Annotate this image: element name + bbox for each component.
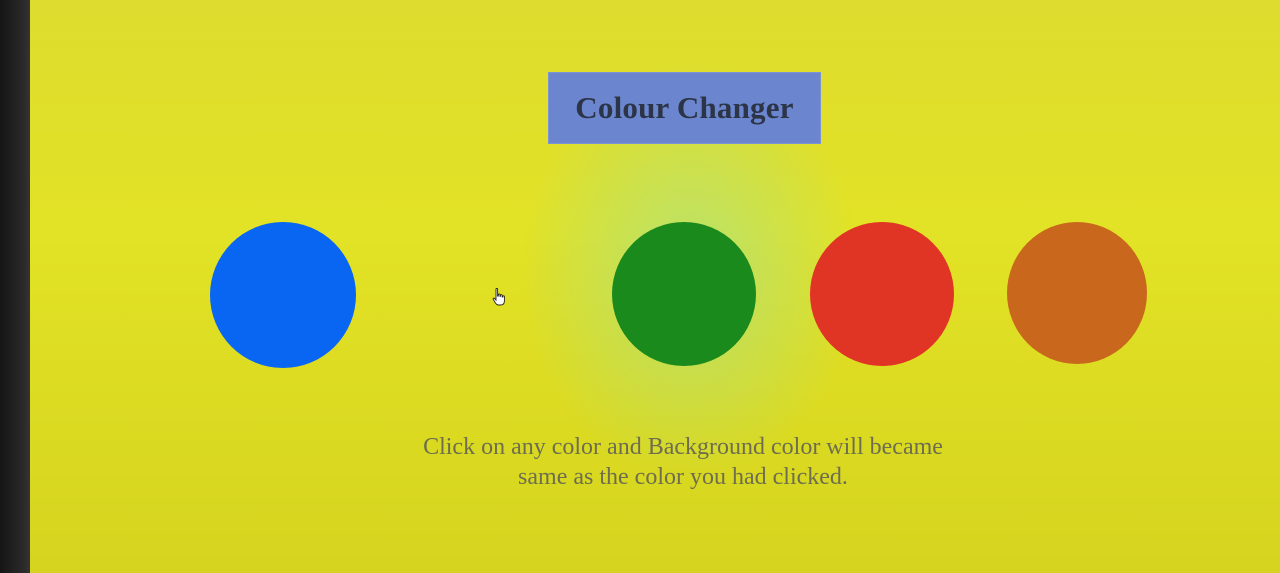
blue-color-circle[interactable] — [210, 222, 356, 368]
orange-color-circle[interactable] — [1007, 222, 1147, 364]
title-box: Colour Changer — [548, 72, 821, 144]
red-color-circle[interactable] — [810, 222, 954, 366]
page-background: Colour Changer Click on any color and Ba… — [30, 0, 1280, 573]
instructions-text: Click on any color and Background color … — [360, 432, 1006, 492]
instructions-line-1: Click on any color and Background color … — [423, 434, 943, 460]
green-color-circle[interactable] — [612, 222, 756, 366]
screen-bezel — [0, 0, 34, 573]
hand-pointer-icon — [492, 288, 505, 306]
page-title: Colour Changer — [575, 90, 794, 125]
instructions-line-2: same as the color you had clicked. — [518, 464, 848, 490]
